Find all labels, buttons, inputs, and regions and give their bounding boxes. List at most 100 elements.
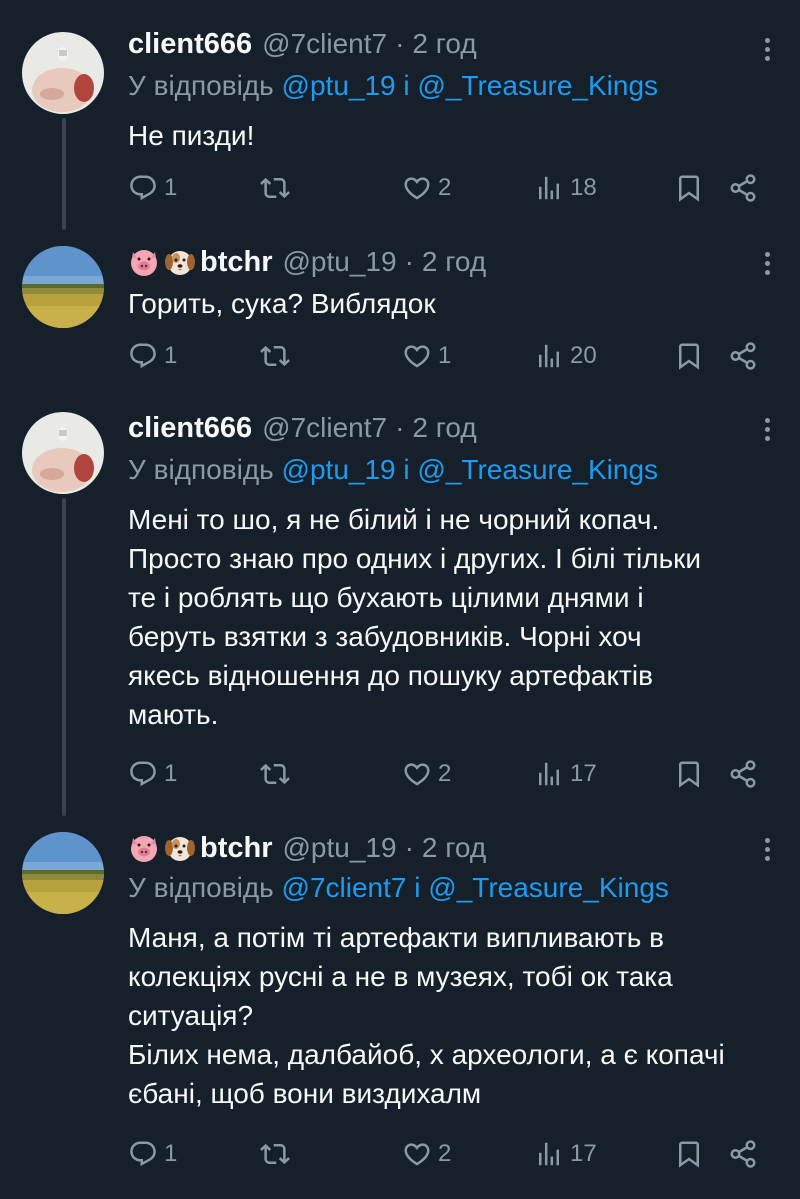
more-options-icon[interactable] xyxy=(762,834,772,865)
retweet-button[interactable] xyxy=(260,754,290,794)
text-line: якесь відношення до пошуку артефактів xyxy=(128,660,653,691)
like-count: 2 xyxy=(438,1140,452,1167)
share-button[interactable] xyxy=(728,1134,758,1174)
retweet-icon xyxy=(260,341,290,371)
like-button[interactable]: 1 xyxy=(402,336,451,376)
share-icon xyxy=(728,341,758,371)
display-name[interactable]: btchr xyxy=(200,246,273,279)
field-landscape-avatar-icon xyxy=(22,832,104,914)
display-name[interactable]: client666 xyxy=(128,412,252,445)
field-landscape-avatar-icon xyxy=(22,246,104,328)
bookmark-button[interactable] xyxy=(674,168,704,208)
reply-button[interactable]: 1 xyxy=(128,168,177,208)
reply-button[interactable]: 1 xyxy=(128,1134,177,1174)
share-button[interactable] xyxy=(728,336,758,376)
views-button[interactable]: 18 xyxy=(534,168,597,208)
tweet[interactable]: btchr @ptu_19 · 2 год Горить, сука? Вибл… xyxy=(0,232,800,398)
user-handle[interactable]: @ptu_19 xyxy=(283,832,397,864)
reply-button[interactable]: 1 xyxy=(128,336,177,376)
avatar[interactable] xyxy=(22,832,104,914)
like-count: 1 xyxy=(438,342,452,369)
text-line: Маня, а потім ті артефакти випливають в xyxy=(128,922,665,953)
views-button[interactable]: 17 xyxy=(534,754,597,794)
separator: · xyxy=(395,28,405,59)
retweet-button[interactable] xyxy=(260,168,290,208)
share-button[interactable] xyxy=(728,168,758,208)
like-button[interactable]: 2 xyxy=(402,1134,451,1174)
text-line: мають. xyxy=(128,699,219,730)
baby-head-avatar-icon xyxy=(22,412,104,494)
text-line: колекціях русні а не в музеях, тобі ок т… xyxy=(128,961,673,992)
like-button[interactable]: 2 xyxy=(402,168,451,208)
bookmark-button[interactable] xyxy=(674,754,704,794)
user-handle[interactable]: @7client7 xyxy=(262,412,387,444)
reply-mention[interactable]: @ptu_19 xyxy=(282,70,396,101)
reply-context: У відповідь @ptu_19 і @_Treasure_Kings xyxy=(128,454,658,486)
tweet[interactable]: client666 @7client7 · 2 год У відповідь … xyxy=(0,398,800,818)
views-count: 18 xyxy=(570,174,597,201)
user-handle[interactable]: @7client7 xyxy=(262,28,387,60)
reply-icon xyxy=(128,759,158,789)
reply-count: 1 xyxy=(164,1140,178,1167)
timestamp[interactable]: 2 год xyxy=(422,246,486,278)
views-count: 20 xyxy=(570,342,597,369)
avatar[interactable] xyxy=(22,246,104,328)
reply-button[interactable]: 1 xyxy=(128,754,177,794)
tweet[interactable]: client666 @7client7 · 2 год У відповідь … xyxy=(0,0,800,232)
tweet-text: Горить, сука? Виблядок xyxy=(128,288,436,319)
retweet-icon xyxy=(260,759,290,789)
tweet-text: Маня, а потім ті артефакти випливають в … xyxy=(128,918,760,1113)
display-name[interactable]: client666 xyxy=(128,28,252,61)
more-options-icon[interactable] xyxy=(762,34,772,65)
bookmark-button[interactable] xyxy=(674,336,704,376)
user-handle[interactable]: @ptu_19 xyxy=(283,246,397,278)
more-options-icon[interactable] xyxy=(762,248,772,279)
reply-mention[interactable]: @_Treasure_Kings xyxy=(417,454,658,485)
views-icon xyxy=(534,759,564,789)
action-bar: 1 2 17 xyxy=(128,1134,778,1174)
tweet-header: btchr @ptu_19 · 2 год xyxy=(128,828,486,868)
like-count: 2 xyxy=(438,760,452,787)
text-line: Просто знаю про одних і других. І білі т… xyxy=(128,543,702,574)
timestamp[interactable]: 2 год xyxy=(412,28,476,60)
separator: · xyxy=(404,832,414,863)
views-button[interactable]: 20 xyxy=(534,336,597,376)
share-icon xyxy=(728,759,758,789)
text-line: ситуація? xyxy=(128,1000,254,1031)
reply-count: 1 xyxy=(164,174,178,201)
reply-context: У відповідь @ptu_19 і @_Treasure_Kings xyxy=(128,70,658,102)
text-line: єбані, щоб вони виздихалм xyxy=(128,1078,482,1109)
separator: · xyxy=(404,246,414,277)
timestamp[interactable]: 2 год xyxy=(412,412,476,444)
bookmark-icon xyxy=(674,341,704,371)
heart-icon xyxy=(402,173,432,203)
bookmark-button[interactable] xyxy=(674,1134,704,1174)
bookmark-icon xyxy=(674,759,704,789)
like-button[interactable]: 2 xyxy=(402,754,451,794)
views-icon xyxy=(534,1139,564,1169)
reply-mention[interactable]: @_Treasure_Kings xyxy=(428,872,669,903)
retweet-button[interactable] xyxy=(260,336,290,376)
share-button[interactable] xyxy=(728,754,758,794)
avatar[interactable] xyxy=(22,412,104,494)
views-icon xyxy=(534,341,564,371)
pig-face-emoji-icon xyxy=(128,246,160,278)
timestamp[interactable]: 2 год xyxy=(422,832,486,864)
more-options-icon[interactable] xyxy=(762,414,772,445)
bookmark-icon xyxy=(674,173,704,203)
thread-line xyxy=(62,118,66,230)
views-count: 17 xyxy=(570,1140,597,1167)
text-line: беруть взятки з забудовників. Чорні хоч xyxy=(128,621,642,652)
reply-mention[interactable]: @_Treasure_Kings xyxy=(417,70,658,101)
views-button[interactable]: 17 xyxy=(534,1134,597,1174)
dog-face-emoji-icon xyxy=(164,832,196,864)
display-name[interactable]: btchr xyxy=(200,832,273,865)
reply-mention[interactable]: @7client7 xyxy=(282,872,407,903)
retweet-button[interactable] xyxy=(260,1134,290,1174)
reply-mention[interactable]: @ptu_19 xyxy=(282,454,396,485)
dog-face-emoji-icon xyxy=(164,246,196,278)
reply-prefix: У відповідь xyxy=(128,70,274,101)
reply-count: 1 xyxy=(164,342,178,369)
tweet[interactable]: btchr @ptu_19 · 2 год У відповідь @7clie… xyxy=(0,818,800,1199)
avatar[interactable] xyxy=(22,32,104,114)
